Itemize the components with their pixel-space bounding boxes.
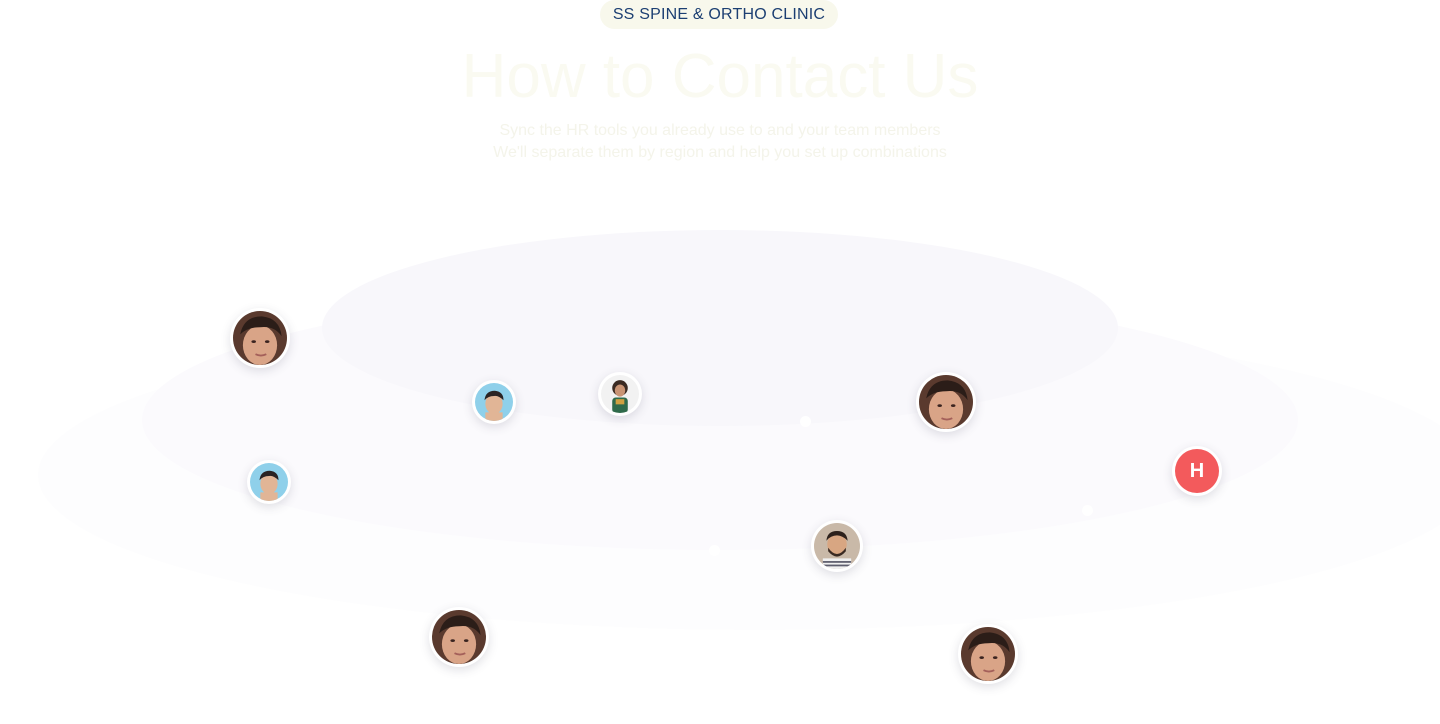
orbit-dot — [800, 416, 811, 427]
avatar-3[interactable] — [598, 372, 642, 416]
person-photo-icon — [814, 523, 860, 569]
person-photo-icon — [233, 311, 287, 365]
avatar-6[interactable] — [811, 520, 863, 572]
orbit-ring-inner — [322, 230, 1118, 426]
avatar-2[interactable] — [472, 380, 516, 424]
person-photo-icon — [432, 610, 486, 664]
person-photo-icon — [475, 383, 513, 421]
subtitle-line-1: Sync the HR tools you already use to and… — [499, 122, 941, 139]
clinic-badge: SS SPINE & ORTHO CLINIC — [600, 0, 838, 29]
avatar-4[interactable] — [916, 372, 976, 432]
person-photo-icon — [601, 375, 639, 413]
avatar-initial-h[interactable]: H — [1172, 446, 1222, 496]
subtitle-line-2: We'll separate them by region and help y… — [493, 144, 947, 161]
avatar-1[interactable] — [230, 308, 290, 368]
avatar-initial-letter: H — [1175, 449, 1219, 493]
page-title: How to Contact Us — [461, 42, 979, 111]
avatar-8[interactable] — [958, 624, 1018, 684]
avatar-7[interactable] — [429, 607, 489, 667]
avatar-5[interactable] — [247, 460, 291, 504]
contact-section: SS SPINE & ORTHO CLINIC How to Contact U… — [0, 0, 1440, 724]
person-photo-icon — [250, 463, 288, 501]
person-photo-icon — [961, 627, 1015, 681]
orbit-dot — [1082, 505, 1093, 516]
orbit-dot — [709, 545, 720, 556]
person-photo-icon — [919, 375, 973, 429]
